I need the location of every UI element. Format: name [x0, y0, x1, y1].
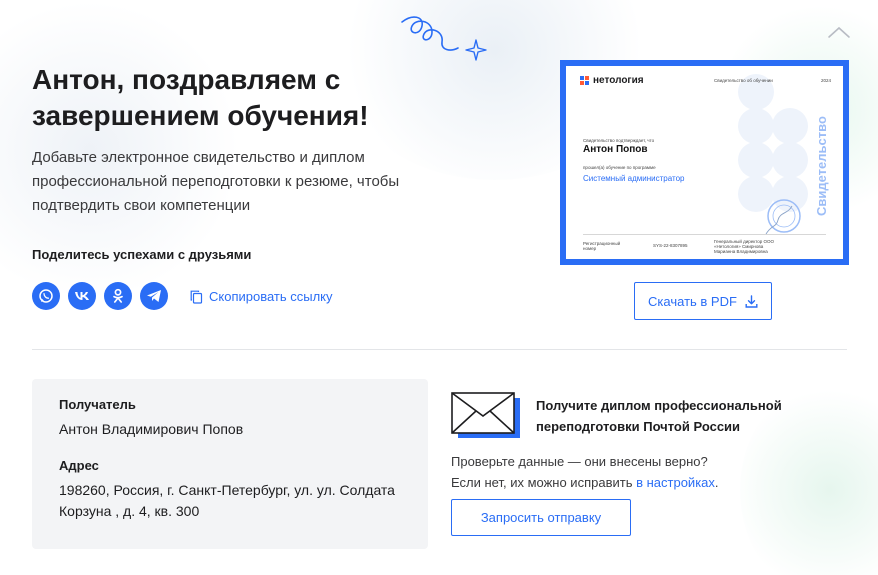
- request-delivery-label: Запросить отправку: [480, 510, 602, 525]
- certificate-confirm-label: Свидетельство подтверждает, что: [583, 138, 655, 143]
- certificate-pattern: [738, 142, 774, 178]
- netology-logo-icon: [580, 76, 589, 85]
- certificate-studied-label: прошел(а) обучение по программе: [583, 165, 656, 170]
- certificate-director: Генеральный директор ООО «Нетология» Сми…: [714, 239, 775, 254]
- certificate-brand: нетология: [593, 75, 644, 86]
- mail-delivery-text: Проверьте данные — они внесены верно? Ес…: [451, 451, 781, 493]
- certificate-logo: нетология: [580, 75, 644, 86]
- download-pdf-button[interactable]: Скачать в PDF: [634, 282, 772, 320]
- page-subtitle: Добавьте электронное свидетельство и дип…: [32, 149, 400, 214]
- certificate-preview[interactable]: нетология Свидетельство об обучении 2024…: [560, 60, 849, 265]
- envelope-icon: [451, 392, 520, 438]
- certificate-year: 2024: [821, 78, 832, 83]
- whatsapp-icon: [39, 289, 53, 303]
- recipient-value: Антон Владимирович Попов: [59, 421, 244, 437]
- certificate-divider: [583, 234, 826, 235]
- odnoklassniki-icon: [113, 288, 123, 303]
- settings-link[interactable]: в настройках: [636, 475, 715, 490]
- recipient-panel: Получатель Антон Владимирович Попов Адре…: [32, 379, 428, 549]
- copy-link-button[interactable]: Скопировать ссылку: [190, 289, 333, 304]
- certificate-doc-label: Свидетельство об обучении: [714, 78, 773, 83]
- whatsapp-share-button[interactable]: [32, 282, 60, 310]
- certificate-pattern: [772, 108, 808, 144]
- certificate-reg-number: SYS-22-8307895: [653, 243, 688, 248]
- vk-share-button[interactable]: [68, 282, 96, 310]
- copy-link-label: Скопировать ссылку: [209, 289, 333, 304]
- odnoklassniki-share-button[interactable]: [104, 282, 132, 310]
- telegram-icon: [147, 290, 161, 302]
- mail-check-line: Проверьте данные — они внесены верно?: [451, 454, 708, 469]
- certificate-student-name: Антон Попов: [583, 144, 648, 155]
- download-pdf-label: Скачать в PDF: [648, 293, 737, 309]
- section-divider: [32, 349, 847, 350]
- share-heading: Поделитесь успехами с друзьями: [32, 247, 252, 262]
- certificate-stamp-icon: [765, 199, 801, 235]
- certificate-sheet: нетология Свидетельство об обучении 2024…: [566, 66, 843, 259]
- address-value: 198260, Россия, г. Санкт-Петербург, ул. …: [59, 482, 395, 519]
- mail-delivery-title: Получите диплом профессиональной перепод…: [536, 398, 782, 434]
- mail-fix-period: .: [714, 475, 719, 490]
- social-share-list: [32, 282, 168, 310]
- certificate-reg-label: Регистрационный номер: [583, 241, 621, 251]
- certificate-program: Системный администратор: [583, 174, 685, 183]
- telegram-share-button[interactable]: [140, 282, 168, 310]
- mail-fix-text: Если нет, их можно исправить: [451, 475, 637, 490]
- mail-fix-line: Если нет, их можно исправить в настройка…: [451, 472, 781, 493]
- address-label: Адрес: [59, 458, 99, 473]
- recipient-label: Получатель: [59, 397, 136, 412]
- vk-icon: [75, 292, 89, 300]
- completion-card: Антон, поздравляем с завершением обучени…: [0, 0, 878, 575]
- certificate-pattern: [738, 108, 774, 144]
- request-delivery-button[interactable]: Запросить отправку: [451, 499, 631, 536]
- chevron-up-icon[interactable]: [826, 24, 852, 40]
- certificate-pattern: [772, 142, 808, 178]
- download-icon: [745, 294, 758, 308]
- sparkle-decoration-icon: [401, 16, 487, 61]
- copy-icon: [190, 290, 203, 304]
- page-title: Антон, поздравляем с завершением обучени…: [32, 64, 369, 131]
- certificate-vertical-label: Свидетельство: [814, 116, 829, 216]
